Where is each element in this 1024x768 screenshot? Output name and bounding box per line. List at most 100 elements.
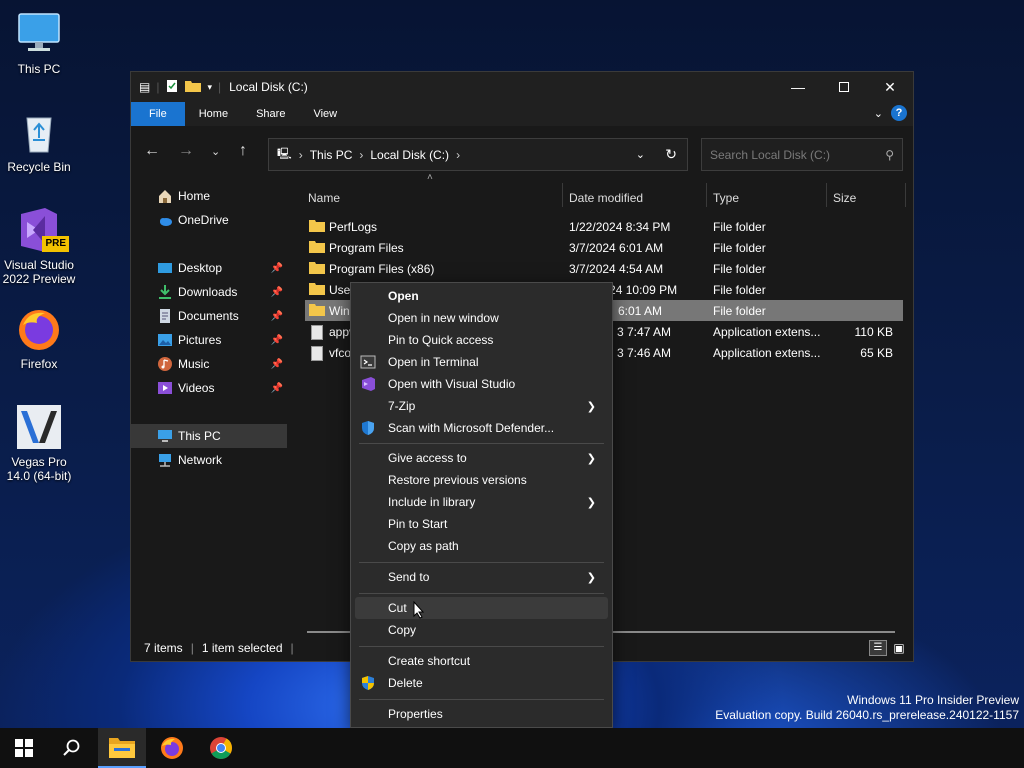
desktop-icon-recycle-bin[interactable]: Recycle Bin — [0, 108, 78, 174]
sidebar-item-label: Music — [178, 357, 210, 371]
start-button[interactable] — [0, 728, 48, 768]
column-divider[interactable] — [706, 183, 707, 207]
search-input[interactable]: Search Local Disk (C:) ⚲ — [701, 138, 903, 171]
column-header-date-modified[interactable]: Date modified — [569, 186, 643, 210]
recycle-bin-icon — [15, 108, 63, 156]
sidebar-item-pictures[interactable]: Pictures 📌 — [131, 328, 287, 352]
pin-icon: 📌 — [270, 262, 283, 274]
breadcrumb-local-disk[interactable]: Local Disk (C:) — [370, 148, 449, 162]
watermark-line-2: Evaluation copy. Build 26040.rs_prerelea… — [715, 708, 1019, 722]
item-count: 7 items — [144, 641, 183, 655]
column-header-size[interactable]: Size — [833, 186, 856, 210]
status-separator: | — [290, 641, 294, 655]
large-icons-view-icon[interactable]: ▣ — [891, 640, 907, 656]
desktop-icon-visual-studio[interactable]: PRE Visual Studio 2022 Preview — [0, 206, 78, 286]
desktop-icon-firefox[interactable]: Firefox — [0, 305, 78, 371]
column-header-type[interactable]: Type — [713, 186, 739, 210]
sidebar-item-home[interactable]: Home — [131, 184, 287, 208]
folder-icon — [309, 241, 325, 253]
sidebar-item-network[interactable]: Network — [131, 448, 287, 472]
tab-file[interactable]: File — [131, 102, 185, 126]
table-row[interactable]: PerfLogs 1/22/2024 8:34 PM File folder — [305, 216, 903, 237]
column-divider[interactable] — [905, 183, 906, 207]
breadcrumb-chevron-icon[interactable]: › — [456, 148, 460, 162]
refresh-icon[interactable]: ↻ — [665, 146, 677, 163]
details-view-icon[interactable]: ☰ — [869, 640, 887, 656]
new-folder-icon[interactable] — [185, 79, 202, 95]
menu-item-pin-quick-access[interactable]: Pin to Quick access — [355, 329, 608, 351]
properties-icon[interactable] — [165, 79, 179, 96]
menu-item-copy-as-path[interactable]: Copy as path — [355, 535, 608, 557]
address-bar[interactable]: 🖳 › This PC › Local Disk (C:) › ⌄ ↻ — [268, 138, 688, 171]
sidebar-item-this-pc[interactable]: This PC — [131, 424, 287, 448]
menu-item-label: Include in library — [388, 495, 476, 509]
back-button[interactable]: ← — [144, 142, 160, 160]
menu-item-pin-start[interactable]: Pin to Start — [355, 513, 608, 535]
file-name: Program Files (x86) — [329, 262, 435, 276]
column-header-name[interactable]: Name — [308, 186, 340, 210]
dll-file-icon — [311, 325, 323, 340]
search-button[interactable] — [48, 728, 96, 768]
chrome-button[interactable] — [197, 728, 245, 768]
forward-button[interactable]: → — [178, 142, 194, 160]
sidebar-item-documents[interactable]: Documents 📌 — [131, 304, 287, 328]
file-name: PerfLogs — [329, 220, 378, 234]
menu-item-7zip[interactable]: 7-Zip ❯ — [355, 395, 608, 417]
system-menu-icon[interactable]: ▤ — [139, 80, 150, 94]
menu-item-label: Copy as path — [388, 539, 459, 553]
file-type: File folder — [713, 262, 766, 276]
tab-home[interactable]: Home — [185, 102, 242, 126]
sidebar-item-label: Desktop — [178, 261, 223, 275]
desktop-icon-label: This PC — [17, 62, 61, 76]
watermark-line-1: Windows 11 Pro Insider Preview — [847, 693, 1019, 707]
menu-item-open-terminal[interactable]: Open in Terminal — [355, 351, 608, 373]
recent-locations-chevron-icon[interactable]: ⌄ — [211, 145, 220, 158]
close-button[interactable]: ✕ — [867, 72, 913, 102]
file-explorer-button[interactable] — [98, 728, 146, 768]
file-date: 3/7/2024 6:01 AM — [569, 241, 664, 255]
maximize-button[interactable] — [821, 72, 867, 102]
table-row[interactable]: Program Files 3/7/2024 6:01 AM File fold… — [305, 237, 903, 258]
file-date: 1/22/2024 8:34 PM — [569, 220, 671, 234]
menu-separator — [359, 646, 604, 647]
sidebar-item-downloads[interactable]: Downloads 📌 — [131, 280, 287, 304]
sidebar-item-label: Videos — [178, 381, 215, 395]
menu-item-copy[interactable]: Copy — [355, 619, 608, 641]
dll-file-icon — [311, 346, 323, 361]
sidebar-item-onedrive[interactable]: OneDrive — [131, 208, 287, 232]
column-divider[interactable] — [826, 183, 827, 207]
menu-item-delete[interactable]: Delete — [355, 672, 608, 694]
breadcrumb-this-pc[interactable]: This PC — [310, 148, 353, 162]
sidebar-item-videos[interactable]: Videos 📌 — [131, 376, 287, 400]
expand-ribbon-chevron-icon[interactable]: ⌄ — [874, 107, 883, 120]
chrome-icon — [210, 737, 232, 759]
table-row[interactable]: Program Files (x86) 3/7/2024 4:54 AM Fil… — [305, 258, 903, 279]
sidebar-item-desktop[interactable]: Desktop 📌 — [131, 256, 287, 280]
sidebar-item-music[interactable]: Music 📌 — [131, 352, 287, 376]
menu-item-include-library[interactable]: Include in library ❯ — [355, 491, 608, 513]
menu-item-label: Create shortcut — [388, 654, 471, 668]
menu-item-send-to[interactable]: Send to ❯ — [355, 566, 608, 588]
menu-item-scan-defender[interactable]: Scan with Microsoft Defender... — [355, 417, 608, 439]
menu-item-create-shortcut[interactable]: Create shortcut — [355, 650, 608, 672]
minimize-button[interactable]: — — [775, 72, 821, 102]
firefox-button[interactable] — [148, 728, 196, 768]
desktop-icon-this-pc[interactable]: This PC — [0, 10, 78, 76]
menu-item-open-new-window[interactable]: Open in new window — [355, 307, 608, 329]
menu-item-restore-previous-versions[interactable]: Restore previous versions — [355, 469, 608, 491]
tab-share[interactable]: Share — [242, 102, 299, 126]
desktop-icon-vegas-pro[interactable]: Vegas Pro 14.0 (64-bit) — [0, 403, 78, 483]
menu-item-cut[interactable]: Cut — [355, 597, 608, 619]
help-button[interactable]: ? — [891, 105, 907, 121]
pin-icon: 📌 — [270, 358, 283, 370]
menu-item-properties[interactable]: Properties — [355, 703, 608, 725]
customize-toolbar-chevron-icon[interactable]: ▾ — [207, 82, 212, 93]
menu-item-open[interactable]: Open — [355, 285, 608, 307]
tab-view[interactable]: View — [299, 102, 351, 126]
vegas-pro-icon — [15, 403, 63, 451]
address-dropdown-chevron-icon[interactable]: ⌄ — [636, 148, 645, 161]
menu-item-open-visual-studio[interactable]: Open with Visual Studio — [355, 373, 608, 395]
menu-item-give-access[interactable]: Give access to ❯ — [355, 447, 608, 469]
column-divider[interactable] — [562, 183, 563, 207]
up-button[interactable]: ↑ — [239, 142, 247, 160]
